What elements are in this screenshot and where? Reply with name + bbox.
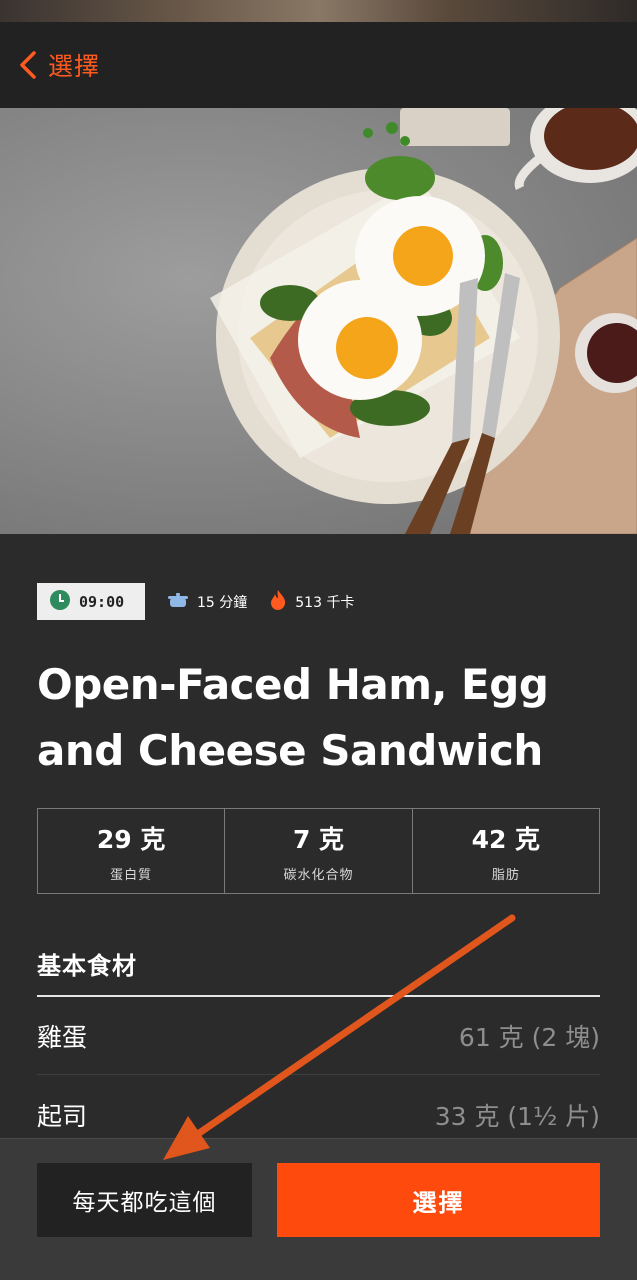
cutting-board — [400, 108, 510, 146]
ingredients-heading: 基本食材 — [37, 952, 137, 980]
calorie-count: 513 千卡 — [269, 589, 354, 615]
ingredient-name: 雞蛋 — [37, 1022, 88, 1052]
recipe-title-line-2: and Cheese Sandwich — [37, 726, 543, 775]
macro-value: 29 克 — [96, 824, 166, 854]
fried-egg-bottom — [298, 280, 422, 400]
macro-carbs: 7 克 碳水化合物 — [225, 809, 413, 893]
ingredient-quantity: 61 克 (2 塊) — [458, 1022, 600, 1052]
duration-text: 15 分鐘 — [197, 594, 248, 611]
macro-label: 碳水化合物 — [283, 867, 354, 883]
ingredient-name: 起司 — [37, 1102, 88, 1131]
macro-fat: 42 克 脂肪 — [413, 809, 599, 893]
back-label: 選擇 — [48, 52, 101, 81]
meal-time: 09:00 — [79, 592, 125, 611]
macro-protein: 29 克 蛋白質 — [38, 809, 226, 893]
back-button[interactable]: 選擇 — [18, 47, 100, 83]
flame-icon — [269, 589, 287, 615]
clock-icon — [49, 589, 71, 615]
cook-duration: 15 分鐘 — [167, 591, 247, 613]
chevron-left-icon — [18, 50, 38, 80]
ingredient-row[interactable]: 雞蛋 61 克 (2 塊) — [37, 997, 600, 1075]
recipe-title-line-1: Open-Faced Ham, Egg — [37, 660, 549, 709]
top-image-strip — [0, 0, 637, 22]
meal-time-badge: 09:00 — [37, 583, 145, 620]
eat-every-day-button[interactable]: 每天都吃這個 — [37, 1163, 252, 1237]
recipe-hero-image — [0, 108, 637, 534]
recipe-meta-row: 09:00 15 分鐘 513 千卡 — [37, 583, 354, 620]
macro-label: 蛋白質 — [110, 867, 153, 883]
tea-cup — [514, 108, 637, 191]
pot-icon — [167, 591, 189, 613]
macro-value: 7 克 — [292, 824, 345, 854]
macro-label: 脂肪 — [491, 867, 520, 883]
calorie-text: 513 千卡 — [295, 594, 355, 611]
select-button[interactable]: 選擇 — [277, 1163, 600, 1237]
bottom-action-bar: 每天都吃這個 選擇 — [0, 1138, 637, 1280]
macro-nutrients: 29 克 蛋白質 7 克 碳水化合物 42 克 脂肪 — [37, 808, 600, 894]
ingredient-quantity: 33 克 (1½ 片) — [434, 1102, 600, 1131]
header-bar: 選擇 — [0, 22, 637, 108]
recipe-title: Open-Faced Ham, Egg and Cheese Sandwich — [37, 652, 607, 784]
macro-value: 42 克 — [471, 824, 541, 854]
